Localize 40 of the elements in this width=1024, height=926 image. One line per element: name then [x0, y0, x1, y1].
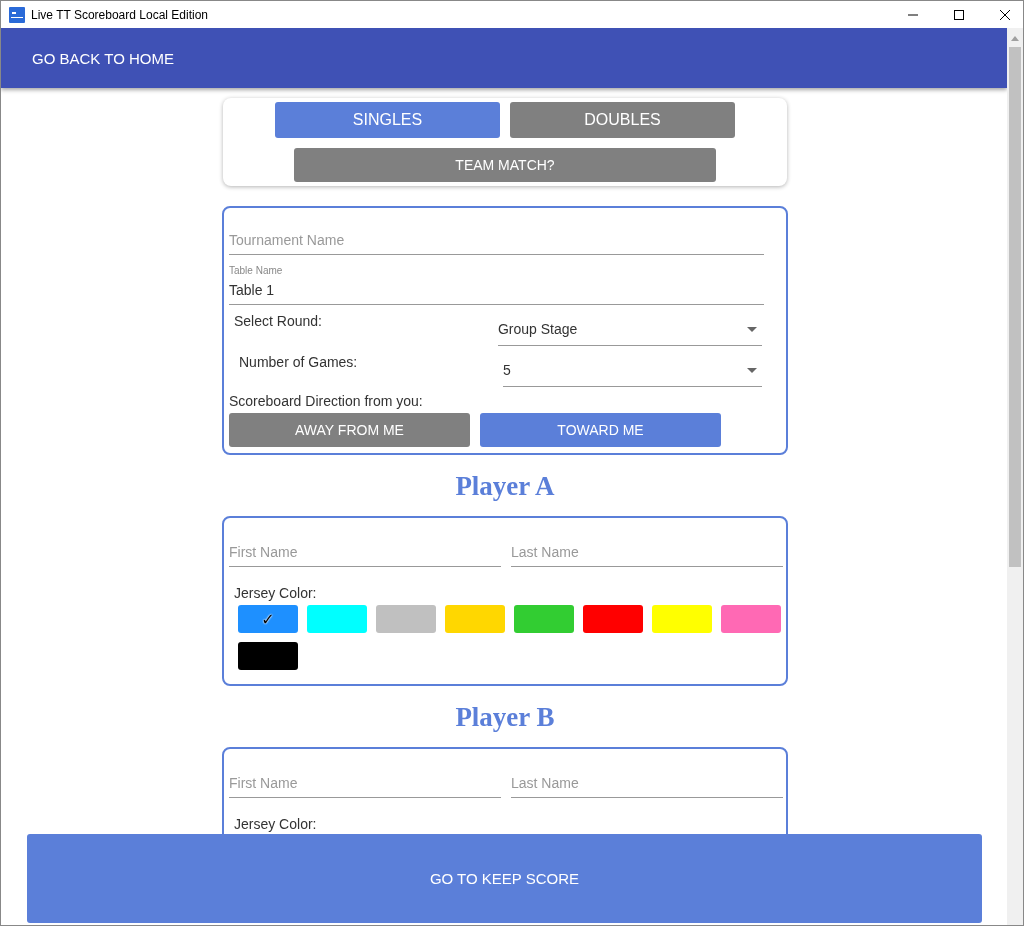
direction-button[interactable]: AWAY FROM ME — [229, 413, 470, 447]
scrollbar[interactable] — [1007, 28, 1023, 925]
app-icon — [9, 6, 25, 23]
field-label: Jersey Color: — [234, 585, 318, 601]
keep-score-button[interactable]: GO TO KEEP SCORE — [27, 834, 982, 923]
match-type-button[interactable]: TEAM MATCH? — [294, 148, 716, 182]
field-label: Scoreboard Direction from you: — [229, 393, 424, 409]
maximize-icon[interactable] — [953, 8, 965, 21]
last-name-field[interactable]: Last Name — [511, 767, 783, 798]
color-swatch[interactable] — [445, 605, 505, 633]
scroll-up-icon[interactable] — [1011, 36, 1019, 41]
field-label: Jersey Color: — [234, 816, 318, 832]
color-swatch[interactable] — [307, 605, 367, 633]
first-name-field[interactable]: First Name — [229, 767, 501, 798]
last-name-field[interactable]: Last Name — [511, 536, 783, 567]
color-swatch[interactable] — [583, 605, 643, 633]
window-title: Live TT Scoreboard Local Edition — [31, 7, 208, 22]
player-heading: Player B — [454, 702, 556, 733]
field-label: Select Round: — [233, 313, 323, 329]
close-icon[interactable] — [999, 8, 1011, 21]
color-swatch[interactable] — [238, 642, 298, 670]
round-dropdown[interactable]: Group Stage — [497, 317, 762, 346]
color-swatch[interactable] — [721, 605, 781, 633]
first-name-field[interactable]: First Name — [229, 536, 501, 567]
caret-icon — [747, 367, 757, 373]
tournament-name-field[interactable]: Tournament Name — [229, 224, 764, 255]
caret-icon — [747, 326, 757, 332]
color-swatch[interactable]: ✓ — [238, 605, 298, 633]
player-heading: Player A — [454, 471, 556, 502]
back-button[interactable]: GO BACK TO HOME — [1, 49, 174, 67]
games-dropdown[interactable]: 5 — [502, 358, 762, 387]
color-swatch[interactable] — [514, 605, 574, 633]
match-type-button[interactable]: DOUBLES — [510, 102, 735, 138]
direction-button[interactable]: TOWARD ME — [480, 413, 721, 447]
color-swatch[interactable] — [652, 605, 712, 633]
field-label: Number of Games: — [238, 354, 359, 370]
color-swatch[interactable] — [376, 605, 436, 633]
table-name-field[interactable]: Table 1 — [229, 276, 764, 305]
field-label: Table Name — [229, 265, 284, 276]
match-type-button[interactable]: SINGLES — [275, 102, 500, 138]
